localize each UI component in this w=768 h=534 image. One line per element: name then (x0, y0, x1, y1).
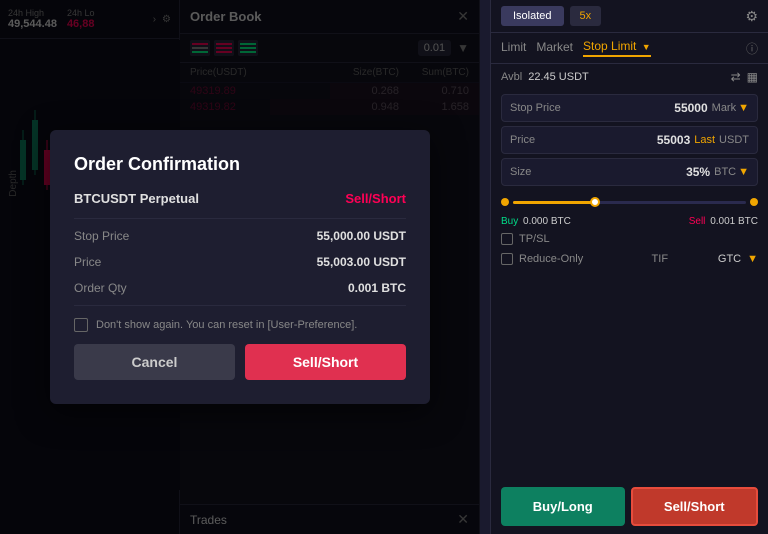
modal-instrument-row: BTCUSDT Perpetual Sell/Short (74, 191, 406, 206)
modal-dont-show-checkbox[interactable] (74, 318, 88, 332)
avbl-value: 22.45 USDT (528, 71, 589, 83)
price-unit-usdt: USDT (719, 134, 749, 146)
modal-stop-price-value: 55,000.00 USDT (317, 229, 406, 243)
buy-sell-qty-labels: Buy 0.000 BTC Sell 0.001 BTC (491, 214, 768, 229)
slider-start-dot (501, 198, 509, 206)
price-value[interactable]: 55003 (657, 133, 690, 147)
order-type-tabs: Limit Market Stop Limit ▼ ⓘ (491, 33, 768, 64)
slider-thumb[interactable] (590, 197, 600, 207)
order-type-info-icon[interactable]: ⓘ (746, 40, 758, 57)
stop-price-unit: Mark (712, 102, 736, 114)
size-label: Size (510, 166, 686, 178)
tab-stop-limit[interactable]: Stop Limit ▼ (583, 39, 651, 57)
tpsl-label: TP/SL (519, 233, 550, 245)
size-slider-row (491, 190, 768, 214)
modal-cancel-button[interactable]: Cancel (74, 344, 235, 380)
modal-qty-row: Order Qty 0.001 BTC (74, 275, 406, 301)
modal-divider-2 (74, 305, 406, 306)
size-slider[interactable] (513, 201, 746, 204)
modal-checkbox-row: Don't show again. You can reset in [User… (74, 318, 406, 332)
margin-settings-icon[interactable]: ⚙ (745, 8, 758, 25)
reduce-only-checkbox[interactable] (501, 253, 513, 265)
price-label: Price (510, 134, 657, 146)
modal-instrument-name: BTCUSDT Perpetual (74, 191, 199, 206)
available-balance-row: Avbl 22.45 USDT ⇄ ▦ (491, 64, 768, 90)
tif-label: TIF (652, 253, 708, 265)
modal-qty-label: Order Qty (74, 281, 127, 295)
modal-price-value: 55,003.00 USDT (317, 255, 406, 269)
modal-dont-show-text: Don't show again. You can reset in [User… (96, 319, 357, 331)
margin-controls: Isolated 5x ⚙ (491, 0, 768, 33)
buy-qty-label: Buy 0.000 BTC (501, 216, 571, 227)
leverage-button[interactable]: 5x (570, 6, 602, 26)
isolated-margin-button[interactable]: Isolated (501, 6, 564, 26)
modal-stop-price-row: Stop Price 55,000.00 USDT (74, 223, 406, 249)
tab-stop-limit-dropdown-icon: ▼ (642, 42, 651, 52)
stop-price-value[interactable]: 55000 (674, 101, 707, 115)
sell-qty-label: Sell 0.001 BTC (689, 216, 758, 227)
avbl-label: Avbl (501, 71, 522, 83)
size-value[interactable]: 35% (686, 165, 710, 179)
tab-market[interactable]: Market (536, 40, 573, 56)
wallet-icon[interactable]: ▦ (747, 70, 758, 84)
tif-value: GTC (718, 253, 741, 265)
avbl-icons: ⇄ ▦ (731, 70, 758, 84)
stop-price-field[interactable]: Stop Price 55000 Mark ▼ (501, 94, 758, 122)
modal-stop-price-label: Stop Price (74, 229, 129, 243)
modal-side: Sell/Short (345, 191, 406, 206)
modal-qty-value: 0.001 BTC (348, 281, 406, 295)
tpsl-checkbox[interactable] (501, 233, 513, 245)
modal-overlay: Order Confirmation BTCUSDT Perpetual Sel… (0, 0, 480, 534)
reduce-only-label: Reduce-Only (519, 253, 583, 265)
slider-end-dot (750, 198, 758, 206)
modal-divider-1 (74, 218, 406, 219)
price-field[interactable]: Price 55003 Last USDT (501, 126, 758, 154)
size-field[interactable]: Size 35% BTC ▼ (501, 158, 758, 186)
tpsl-row: TP/SL (491, 229, 768, 249)
reduce-only-row: Reduce-Only TIF GTC ▼ (491, 249, 768, 269)
size-unit: BTC (714, 166, 736, 178)
buy-long-button[interactable]: Buy/Long (501, 487, 625, 526)
transfer-icon[interactable]: ⇄ (731, 70, 741, 84)
modal-price-row: Price 55,003.00 USDT (74, 249, 406, 275)
action-buttons: Buy/Long Sell/Short (491, 479, 768, 534)
modal-title: Order Confirmation (74, 154, 406, 175)
order-confirmation-modal: Order Confirmation BTCUSDT Perpetual Sel… (50, 130, 430, 404)
stop-price-label: Stop Price (510, 102, 674, 114)
tab-limit[interactable]: Limit (501, 40, 526, 56)
slider-fill (513, 201, 595, 204)
stop-price-dropdown-icon[interactable]: ▼ (738, 102, 749, 114)
price-unit-last: Last (694, 134, 715, 146)
right-panel: Isolated 5x ⚙ Limit Market Stop Limit ▼ … (490, 0, 768, 534)
size-dropdown-icon[interactable]: ▼ (738, 166, 749, 178)
modal-confirm-button[interactable]: Sell/Short (245, 344, 406, 380)
modal-price-label: Price (74, 255, 101, 269)
modal-buttons: Cancel Sell/Short (74, 344, 406, 380)
tif-dropdown-icon[interactable]: ▼ (747, 253, 758, 265)
sell-short-button[interactable]: Sell/Short (631, 487, 759, 526)
